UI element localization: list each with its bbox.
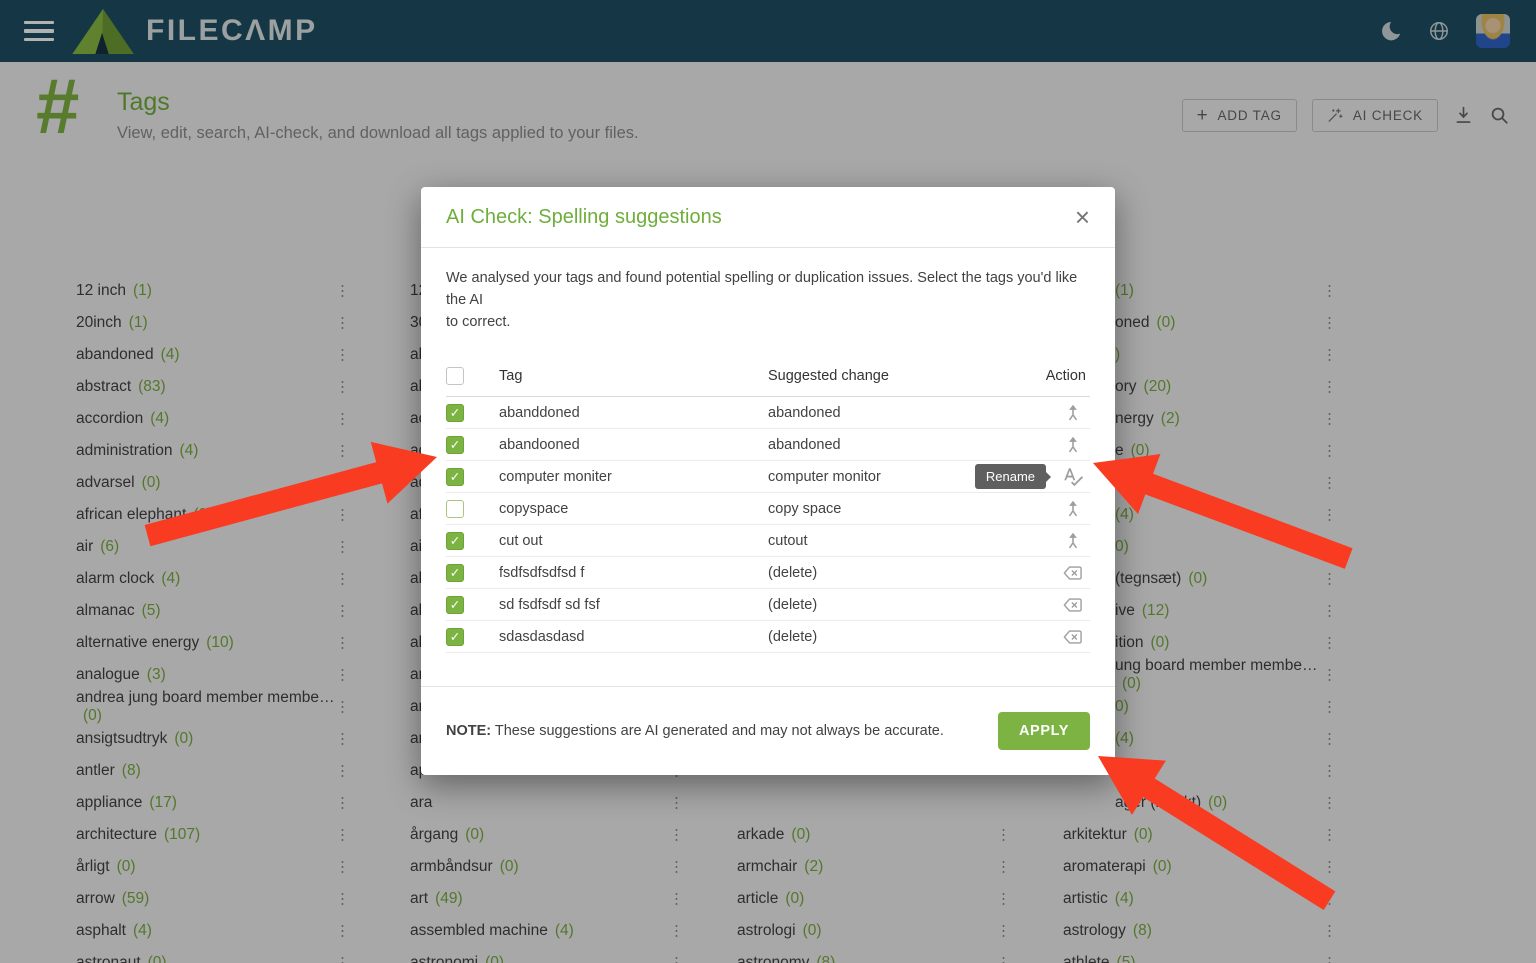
column-header-tag: Tag xyxy=(499,368,522,384)
apply-button[interactable]: APPLY xyxy=(998,712,1090,750)
row-checkbox[interactable]: ✓ xyxy=(446,468,464,486)
modal-title: AI Check: Spelling suggestions xyxy=(446,206,722,229)
row-checkbox[interactable]: ✓ xyxy=(446,596,464,614)
rename-action-icon[interactable] xyxy=(1058,466,1088,488)
suggestion-tag: fsdfsdfsdfsd f xyxy=(499,565,584,581)
suggestion-row: ✓ sdasdasdasd (delete) xyxy=(446,621,1090,653)
column-header-suggested: Suggested change xyxy=(768,368,889,384)
suggestion-tag: sdasdasdasd xyxy=(499,629,584,645)
suggestion-row: ✓ fsdfsdfsdfsd f (delete) xyxy=(446,557,1090,589)
delete-action-icon[interactable] xyxy=(1058,562,1088,584)
rename-tooltip: Rename xyxy=(975,464,1046,489)
suggestion-tag: copyspace xyxy=(499,501,568,517)
delete-action-icon[interactable] xyxy=(1058,594,1088,616)
suggestion-tag: computer moniter xyxy=(499,469,612,485)
merge-action-icon[interactable] xyxy=(1058,498,1088,520)
suggestion-row: ✓ cut out cutout xyxy=(446,525,1090,557)
suggestion-row: copyspace copy space xyxy=(446,493,1090,525)
suggestion-row: ✓ computer moniter computer monitor Rename xyxy=(446,461,1090,493)
delete-action-icon[interactable] xyxy=(1058,626,1088,648)
suggested-change: abandoned xyxy=(768,405,841,421)
row-checkbox[interactable]: ✓ xyxy=(446,404,464,422)
close-icon[interactable]: × xyxy=(1075,204,1090,230)
suggested-change: copy space xyxy=(768,501,841,517)
suggestion-tag: cut out xyxy=(499,533,543,549)
suggested-change: abandoned xyxy=(768,437,841,453)
column-header-action: Action xyxy=(1046,368,1086,384)
row-checkbox[interactable]: ✓ xyxy=(446,436,464,454)
suggested-change: cutout xyxy=(768,533,808,549)
suggestion-tag: abanddoned xyxy=(499,405,580,421)
row-checkbox[interactable] xyxy=(446,500,464,518)
suggestions-table-header: Tag Suggested change Action xyxy=(446,355,1090,397)
suggestion-row: ✓ abandooned abandoned xyxy=(446,429,1090,461)
merge-action-icon[interactable] xyxy=(1058,402,1088,424)
suggested-change: (delete) xyxy=(768,597,817,613)
row-checkbox[interactable]: ✓ xyxy=(446,628,464,646)
merge-action-icon[interactable] xyxy=(1058,434,1088,456)
modal-note: NOTE: These suggestions are AI generated… xyxy=(446,723,944,739)
suggested-change: computer monitor xyxy=(768,469,881,485)
suggestion-row: ✓ abanddoned abandoned xyxy=(446,397,1090,429)
suggestion-row: ✓ sd fsdfsdf sd fsf (delete) xyxy=(446,589,1090,621)
select-all-checkbox[interactable] xyxy=(446,367,464,385)
suggestion-tag: abandooned xyxy=(499,437,580,453)
modal-description: We analysed your tags and found potentia… xyxy=(421,248,1115,333)
merge-action-icon[interactable] xyxy=(1058,530,1088,552)
suggestions-table: ✓ abanddoned abandoned ✓ abandooned abandoned… xyxy=(446,397,1090,653)
row-checkbox[interactable]: ✓ xyxy=(446,532,464,550)
ai-check-modal: AI Check: Spelling suggestions × We anal… xyxy=(421,187,1115,775)
suggested-change: (delete) xyxy=(768,629,817,645)
row-checkbox[interactable]: ✓ xyxy=(446,564,464,582)
suggested-change: (delete) xyxy=(768,565,817,581)
suggestion-tag: sd fsdfsdf sd fsf xyxy=(499,597,600,613)
